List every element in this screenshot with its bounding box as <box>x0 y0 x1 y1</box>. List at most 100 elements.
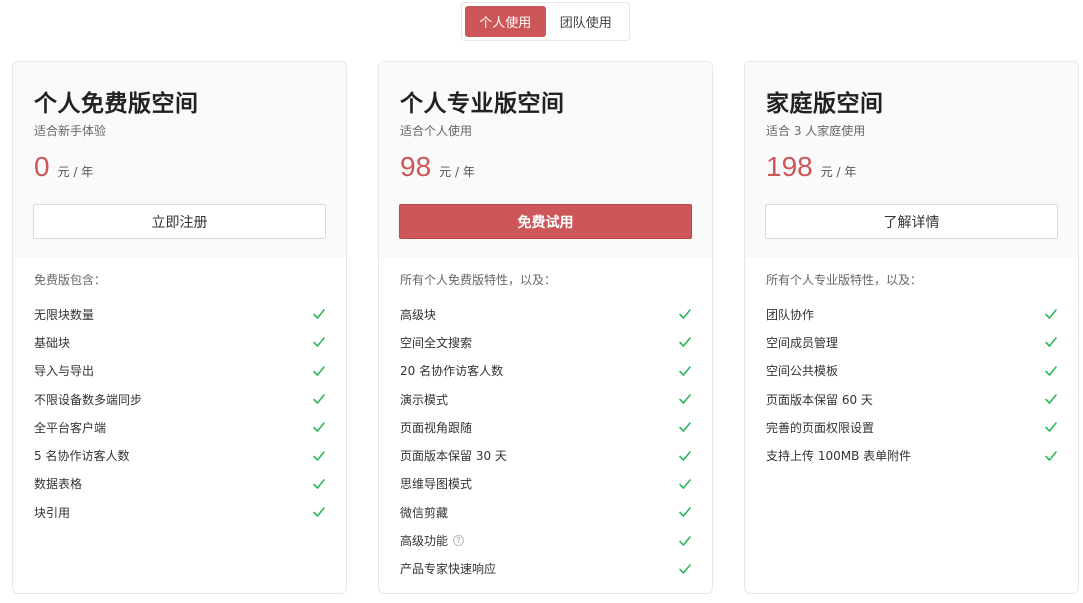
plan-header: 家庭版空间 适合 3 人家庭使用 198 元 / 年 了解详情 <box>745 62 1078 258</box>
feature-name: 页面版本保留 60 天 <box>766 391 873 408</box>
check-icon <box>313 337 325 348</box>
feature-intro: 所有个人免费版特性，以及： <box>400 273 557 287</box>
feature-name: 支持上传 100MB 表单附件 <box>766 447 911 464</box>
feature-name: 思维导图模式 <box>400 475 472 492</box>
feature-label: 不限设备数多端同步 <box>34 392 143 407</box>
feature-name: 产品专家快速响应 <box>400 560 496 577</box>
plan-header: 个人专业版空间 适合个人使用 98 元 / 年 免费试用 <box>379 62 712 258</box>
check-icon <box>679 535 691 546</box>
feature-item: 演示模式 <box>400 385 692 413</box>
free-trial-button[interactable]: 免费试用 <box>399 204 692 239</box>
feature-label: 空间全文搜索 <box>400 335 473 350</box>
feature-item: 块引用 <box>34 498 326 526</box>
check-icon <box>679 479 691 489</box>
check-icon <box>679 309 691 319</box>
check-icon <box>679 450 691 461</box>
check-icon <box>313 507 325 518</box>
feature-item: 页面视角跟随 <box>400 413 692 441</box>
feature-item: 空间公共模板 <box>766 357 1058 385</box>
feature-label: 团队协作 <box>766 307 815 322</box>
feature-name: 完善的页面权限设置 <box>766 419 874 436</box>
price-unit: 元 / 年 <box>439 165 475 179</box>
register-button[interactable]: 立即注册 <box>33 204 326 239</box>
feature-name: 空间成员管理 <box>766 334 838 351</box>
feature-name: 基础块 <box>34 334 70 351</box>
feature-label: 微信剪藏 <box>400 505 449 520</box>
plan-subtitle: 适合 3 人家庭使用 <box>766 124 866 138</box>
learn-more-button[interactable]: 了解详情 <box>765 204 1058 239</box>
feature-item: 无限块数量 <box>34 300 326 328</box>
price-row: 198 元 / 年 <box>766 151 856 183</box>
check-icon <box>1045 450 1057 461</box>
feature-label: 演示模式 <box>400 392 449 407</box>
check-icon <box>1045 422 1057 433</box>
feature-name: 不限设备数多端同步 <box>34 391 142 408</box>
feature-name: 高级块 <box>400 306 436 323</box>
plan-subtitle: 适合个人使用 <box>400 124 473 138</box>
feature-item: 5 名协作访客人数 <box>34 441 326 469</box>
feature-name: 高级功能? <box>400 532 465 549</box>
feature-intro: 所有个人专业版特性，以及： <box>766 273 923 287</box>
feature-item: 空间全文搜索 <box>400 328 692 356</box>
feature-item: 团队协作 <box>766 300 1058 328</box>
plan-price: 198 <box>766 151 813 182</box>
feature-name: 空间公共模板 <box>766 362 838 379</box>
feature-item: 产品专家快速响应 <box>400 555 692 583</box>
feature-item: 思维导图模式 <box>400 470 692 498</box>
feature-name: 全平台客户端 <box>34 419 106 436</box>
help-icon[interactable]: ? <box>453 535 465 547</box>
feature-label: 导入与导出 <box>34 364 95 379</box>
check-icon <box>313 309 325 319</box>
feature-list: 免费版包含： 无限块数量 基础块 导入与导出 不限设备数多端同步 全平台客户端 5 名协作… <box>34 272 326 526</box>
check-icon <box>679 365 691 376</box>
tab-team[interactable]: 团队使用 <box>546 6 627 37</box>
feature-item: 全平台客户端 <box>34 413 326 441</box>
check-icon <box>679 564 691 574</box>
feature-name: 无限块数量 <box>34 306 94 323</box>
feature-item: 页面版本保留 60 天 <box>766 385 1058 413</box>
feature-label: 支持上传 100MB 表单附件 <box>766 449 912 464</box>
price-row: 98 元 / 年 <box>400 151 475 183</box>
plan-header: 个人免费版空间 适合新手体验 0 元 / 年 立即注册 <box>13 62 346 258</box>
feature-item: 微信剪藏 <box>400 498 692 526</box>
feature-label: 块引用 <box>34 505 71 520</box>
feature-name: 演示模式 <box>400 391 448 408</box>
feature-label: 基础块 <box>34 335 71 350</box>
plan-price: 0 <box>34 151 50 182</box>
feature-name: 块引用 <box>34 504 70 521</box>
feature-label: 20 名协作访客人数 <box>400 364 504 379</box>
feature-name: 团队协作 <box>766 306 814 323</box>
check-icon <box>313 394 325 404</box>
feature-label: 思维导图模式 <box>400 477 473 492</box>
plan-card-family: 家庭版空间 适合 3 人家庭使用 198 元 / 年 了解详情 所有个人专业版特… <box>744 61 1079 594</box>
feature-name: 导入与导出 <box>34 362 94 379</box>
check-icon <box>679 337 691 348</box>
feature-label: 高级块 <box>400 307 437 322</box>
feature-name: 微信剪藏 <box>400 504 448 521</box>
plan-title: 个人专业版空间 <box>400 91 565 117</box>
feature-label: 无限块数量 <box>34 307 95 322</box>
feature-list: 所有个人专业版特性，以及： 团队协作空间成员管理 空间公共模板页面版本保留 60 … <box>766 272 1058 470</box>
feature-item: 页面版本保留 30 天 <box>400 441 692 469</box>
tab-personal[interactable]: 个人使用 <box>465 6 546 37</box>
feature-label: 5 名协作访客人数 <box>34 449 130 464</box>
feature-name: 数据表格 <box>34 475 82 492</box>
feature-item: 支持上传 100MB 表单附件 <box>766 441 1058 469</box>
feature-item: 高级功能? <box>400 526 692 554</box>
feature-label: 页面视角跟随 <box>400 420 473 435</box>
check-icon <box>1045 365 1057 376</box>
feature-item: 不限设备数多端同步 <box>34 385 326 413</box>
plan-title: 个人免费版空间 <box>34 91 199 117</box>
price-unit: 元 / 年 <box>820 165 857 179</box>
plan-card-free: 个人免费版空间 适合新手体验 0 元 / 年 立即注册 免费版包含： 无限块数量… <box>12 61 347 594</box>
feature-item: 完善的页面权限设置 <box>766 413 1058 441</box>
price-unit: 元 / 年 <box>57 165 94 179</box>
feature-label: 空间成员管理 <box>766 335 839 350</box>
plan-title: 家庭版空间 <box>766 91 884 117</box>
feature-label: 空间公共模板 <box>766 364 839 379</box>
check-icon <box>679 507 691 518</box>
feature-name: 空间全文搜索 <box>400 334 472 351</box>
feature-label: 页面版本保留 60 天 <box>766 392 873 407</box>
feature-label: 产品专家快速响应 <box>400 562 497 577</box>
check-icon <box>1045 309 1057 319</box>
